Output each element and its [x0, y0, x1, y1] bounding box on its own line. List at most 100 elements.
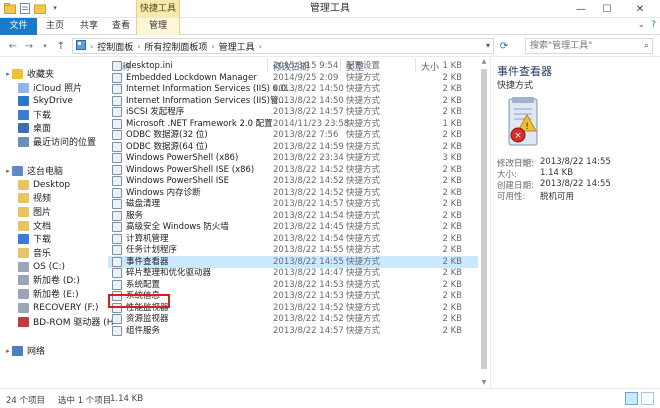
- nav-item[interactable]: OS (C:): [18, 260, 65, 273]
- nav-item[interactable]: RECOVERY (F:): [18, 301, 99, 314]
- large-icons-view-icon[interactable]: [641, 392, 654, 405]
- nav-item[interactable]: Desktop: [18, 178, 70, 191]
- file-name-text: 磁盘清理: [126, 199, 161, 209]
- file-row[interactable]: 资源监视器 2013/8/22 14:52 快捷方式 2 KB: [108, 313, 478, 325]
- shortcut-file-icon: [112, 199, 122, 209]
- nav-item[interactable]: ▸ 网络: [4, 344, 45, 357]
- help-icon[interactable]: ?: [651, 20, 656, 30]
- recent-locations-icon[interactable]: ▾: [38, 39, 52, 53]
- file-name-text: 事件查看器: [126, 256, 169, 267]
- file-name-text: 服务: [126, 210, 144, 221]
- nav-item-label: 新加卷 (E:): [33, 290, 79, 300]
- shortcut-file-icon: [112, 256, 122, 267]
- address-field[interactable]: › 控制面板 › 所有控制面板项 › 管理工具 › ▾: [72, 38, 494, 54]
- qat-dropdown-icon[interactable]: ▾: [49, 2, 61, 14]
- file-row[interactable]: Windows 内存诊断 2013/8/22 14:52 快捷方式 2 KB: [108, 187, 478, 199]
- nav-item[interactable]: 下载: [18, 108, 51, 121]
- file-date: 2013/8/22 23:34: [273, 153, 344, 163]
- file-name: Microsoft .NET Framework 2.0 配置: [112, 118, 273, 130]
- meta-value-created: 2013/8/22 14:55: [540, 179, 611, 189]
- nav-item[interactable]: BD-ROM 驱动器 (H: [18, 315, 113, 328]
- expand-arrow-icon[interactable]: ▸: [4, 347, 12, 355]
- file-row[interactable]: iSCSI 发起程序 2013/8/22 14:57 快捷方式 2 KB: [108, 106, 478, 118]
- file-size: 2 KB: [442, 187, 462, 198]
- expand-arrow-icon[interactable]: ▸: [4, 167, 12, 175]
- file-type: 快捷方式: [346, 95, 381, 106]
- file-row[interactable]: desktop.ini 2015/3/15 9:54 配置设置 1 KB: [108, 60, 478, 72]
- nav-item[interactable]: 最近访问的位置: [18, 135, 96, 148]
- close-button[interactable]: ✕: [620, 0, 660, 18]
- new-folder-icon[interactable]: [34, 2, 46, 14]
- file-row[interactable]: 磁盘清理 2013/8/22 14:57 快捷方式 2 KB: [108, 198, 478, 210]
- file-row[interactable]: Windows PowerShell ISE (x86) 2013/8/22 14…: [108, 164, 478, 176]
- file-row[interactable]: 事件查看器 2013/8/22 14:55 快捷方式 2 KB: [108, 255, 478, 268]
- quick-access-toolbar: ▾: [4, 2, 61, 14]
- expand-arrow-icon[interactable]: ▸: [4, 70, 12, 78]
- file-row[interactable]: Internet Information Services (IIS) 6.0.…: [108, 83, 478, 95]
- back-button[interactable]: ←: [6, 39, 20, 53]
- nav-item[interactable]: 音乐: [18, 246, 51, 259]
- expand-ribbon-icon[interactable]: ⌄: [638, 20, 646, 30]
- minimize-button[interactable]: —: [568, 0, 594, 18]
- nav-item-label: 下载: [33, 111, 52, 121]
- nav-item[interactable]: ▸ 收藏夹: [4, 67, 54, 80]
- tab-manage[interactable]: 管理: [136, 18, 180, 35]
- scrollbar-thumb[interactable]: [481, 69, 487, 369]
- search-input[interactable]: 搜索"管理工具" ⌕: [525, 38, 653, 54]
- file-row[interactable]: Windows PowerShell ISE 2013/8/22 14:52 快捷方…: [108, 175, 478, 187]
- nav-item[interactable]: 文档: [18, 219, 51, 232]
- nav-item[interactable]: 新加卷 (E:): [18, 287, 79, 300]
- nav-item[interactable]: 新加卷 (D:): [18, 273, 80, 286]
- file-row[interactable]: 碎片整理和优化驱动器 2013/8/22 14:47 快捷方式 2 KB: [108, 267, 478, 279]
- search-icon[interactable]: ⌕: [644, 39, 649, 53]
- file-row[interactable]: 高级安全 Windows 防火墙 2013/8/22 14:45 快捷方式 2 KB: [108, 221, 478, 233]
- file-row[interactable]: Microsoft .NET Framework 2.0 配置 2014/11/2…: [108, 118, 478, 130]
- maximize-button[interactable]: ☐: [594, 0, 620, 18]
- file-row[interactable]: 任务计划程序 2013/8/22 14:55 快捷方式 2 KB: [108, 244, 478, 256]
- details-view-icon[interactable]: [625, 392, 638, 405]
- file-row[interactable]: Embedded Lockdown Manager 2014/9/25 2:09 快…: [108, 72, 478, 84]
- file-date: 2013/8/22 14:52: [273, 314, 344, 324]
- file-row[interactable]: ODBC 数据源(32 位) 2013/8/22 7:56 快捷方式 2 KB: [108, 129, 478, 141]
- nav-item-label: SkyDrive: [33, 95, 73, 106]
- up-button[interactable]: ↑: [54, 39, 68, 53]
- tab-file[interactable]: 文件: [0, 18, 37, 35]
- file-row[interactable]: 系统配置 2013/8/22 14:53 快捷方式 2 KB: [108, 279, 478, 291]
- file-date: 2013/8/22 14:57: [273, 325, 344, 336]
- tab-home[interactable]: 主页: [43, 18, 67, 35]
- breadcrumb-all-items[interactable]: 所有控制面板项: [144, 40, 207, 53]
- nav-item[interactable]: 图片: [18, 205, 51, 218]
- address-bar-row: ← → ▾ ↑ › 控制面板 › 所有控制面板项 › 管理工具 › ▾ ⟳ 搜索…: [0, 35, 660, 57]
- nav-item[interactable]: 视频: [18, 191, 51, 204]
- file-name: 磁盘清理: [112, 198, 160, 210]
- properties-icon[interactable]: [19, 2, 31, 14]
- file-row[interactable]: 服务 2013/8/22 14:54 快捷方式 2 KB: [108, 210, 478, 222]
- nav-item[interactable]: ▸ 这台电脑: [4, 164, 63, 177]
- file-list-scrollbar[interactable]: ▲ ▼: [479, 57, 489, 388]
- scroll-down-icon[interactable]: ▼: [479, 378, 489, 388]
- context-tab-title: 快捷工具: [136, 0, 180, 18]
- tab-view[interactable]: 查看: [109, 18, 133, 35]
- breadcrumb-control-panel[interactable]: 控制面板: [97, 40, 133, 53]
- tab-share[interactable]: 共享: [77, 18, 101, 35]
- meta-value-modified: 2013/8/22 14:55: [540, 157, 611, 167]
- address-dropdown-icon[interactable]: ▾: [486, 41, 490, 50]
- file-row[interactable]: ODBC 数据源(64 位) 2013/8/22 14:59 快捷方式 2 KB: [108, 141, 478, 153]
- folder-icon: [18, 179, 29, 190]
- file-name-text: 系统配置: [126, 279, 161, 290]
- file-row[interactable]: 计算机管理 2013/8/22 14:54 快捷方式 2 KB: [108, 233, 478, 245]
- file-row[interactable]: Internet Information Services (IIS)管... 2…: [108, 95, 478, 107]
- breadcrumb-admin-tools[interactable]: 管理工具: [219, 40, 255, 53]
- pictures-folder-icon: [18, 206, 29, 217]
- forward-button[interactable]: →: [22, 39, 36, 53]
- nav-item[interactable]: SkyDrive: [18, 94, 73, 107]
- scroll-up-icon[interactable]: ▲: [479, 57, 489, 67]
- file-row[interactable]: Windows PowerShell (x86) 2013/8/22 23:34 快…: [108, 152, 478, 164]
- nav-item[interactable]: 下载: [18, 232, 51, 245]
- nav-item[interactable]: 桌面: [18, 121, 51, 134]
- refresh-icon[interactable]: ⟳: [497, 39, 511, 53]
- file-name: 组件服务: [112, 325, 160, 337]
- file-type: 快捷方式: [346, 187, 381, 198]
- file-row[interactable]: 组件服务 2013/8/22 14:57 快捷方式 2 KB: [108, 325, 478, 337]
- nav-item[interactable]: iCloud 照片: [18, 81, 82, 94]
